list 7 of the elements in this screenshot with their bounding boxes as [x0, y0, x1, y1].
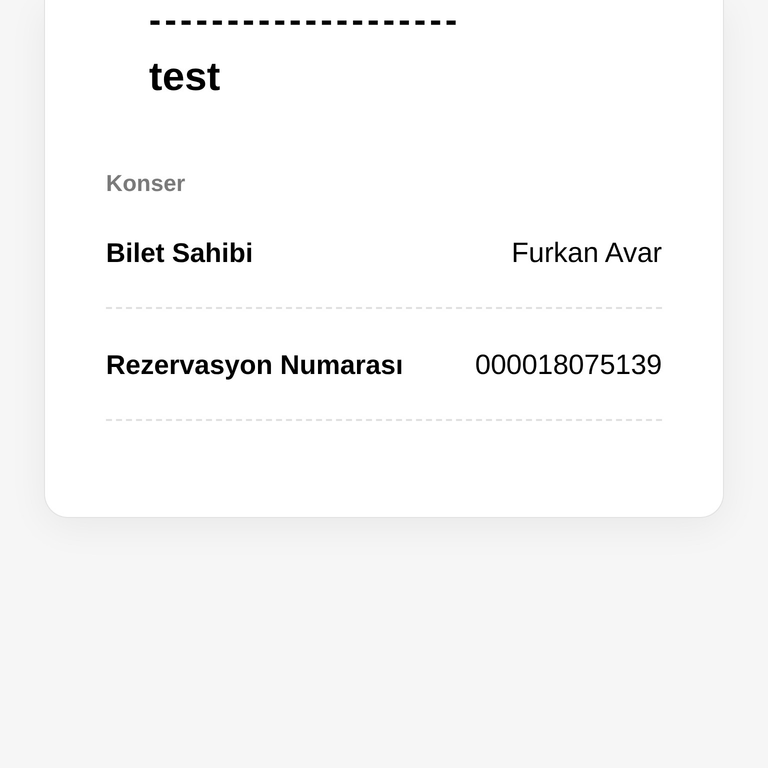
category-label: Konser: [106, 169, 186, 197]
field-label: Rezervasyon Numarası: [106, 349, 404, 382]
field-value: Furkan Avar: [512, 236, 662, 270]
field-label: Bilet Sahibi: [106, 237, 254, 270]
ticket-title: test: [149, 55, 222, 99]
dashed-separator-text: --------------------: [149, 0, 462, 40]
field-value: 000018075139: [475, 348, 662, 382]
